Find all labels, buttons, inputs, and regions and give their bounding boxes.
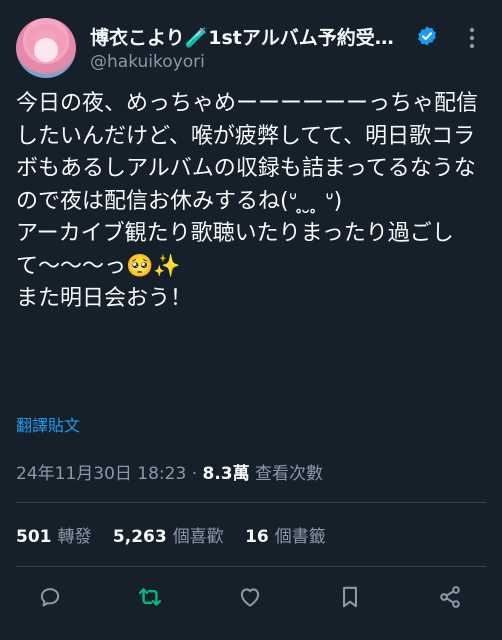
views-count: 8.3萬 xyxy=(202,464,250,484)
meta-separator: · xyxy=(186,464,203,484)
reply-icon[interactable] xyxy=(34,581,66,613)
views-label: 查看次數 xyxy=(249,464,324,484)
display-name-row[interactable]: 博衣こより🧪1stアルバム予約受付… xyxy=(90,22,446,50)
retweets-stat[interactable]: 501 轉發 xyxy=(16,527,92,547)
retweet-icon[interactable] xyxy=(134,581,166,613)
translate-link[interactable]: 翻譯貼文 xyxy=(16,412,80,436)
retweets-label: 轉發 xyxy=(57,527,92,547)
retweets-count: 501 xyxy=(16,527,52,547)
verified-badge-icon xyxy=(416,25,438,47)
more-options-icon[interactable] xyxy=(462,24,482,52)
action-bar xyxy=(16,575,486,619)
display-name[interactable]: 博衣こより🧪1stアルバム予約受付… xyxy=(90,23,410,50)
bookmarks-count: 16 xyxy=(245,527,269,547)
bookmarks-stat[interactable]: 16 個書籤 xyxy=(245,527,326,547)
bookmarks-label: 個書籤 xyxy=(274,527,326,547)
tweet-text: 今日の夜、めっちゃめーーーーーーっちゃ配信したいんだけど、喉が疲弊してて、明日歌… xyxy=(16,91,479,311)
tweet-meta: 24年11月30日 18:23 · 8.3萬 查看次數 xyxy=(16,459,323,484)
share-icon[interactable] xyxy=(434,581,466,613)
likes-label: 個喜歡 xyxy=(172,527,224,547)
likes-stat[interactable]: 5,263 個喜歡 xyxy=(113,527,224,547)
bookmark-icon[interactable] xyxy=(334,581,366,613)
likes-count: 5,263 xyxy=(112,527,167,547)
heart-icon[interactable] xyxy=(234,581,266,613)
divider xyxy=(16,502,486,503)
avatar[interactable] xyxy=(16,18,76,78)
tweet-header: 博衣こより🧪1stアルバム予約受付… @hakuikoyori xyxy=(16,18,486,80)
author-names: 博衣こより🧪1stアルバム予約受付… @hakuikoyori xyxy=(90,22,446,72)
engagement-stats: 501 轉發 5,263 個喜歡 16 個書籤 xyxy=(16,522,342,547)
divider xyxy=(16,566,486,567)
handle[interactable]: @hakuikoyori xyxy=(90,52,446,72)
timestamp[interactable]: 24年11月30日 18:23 xyxy=(16,464,186,484)
